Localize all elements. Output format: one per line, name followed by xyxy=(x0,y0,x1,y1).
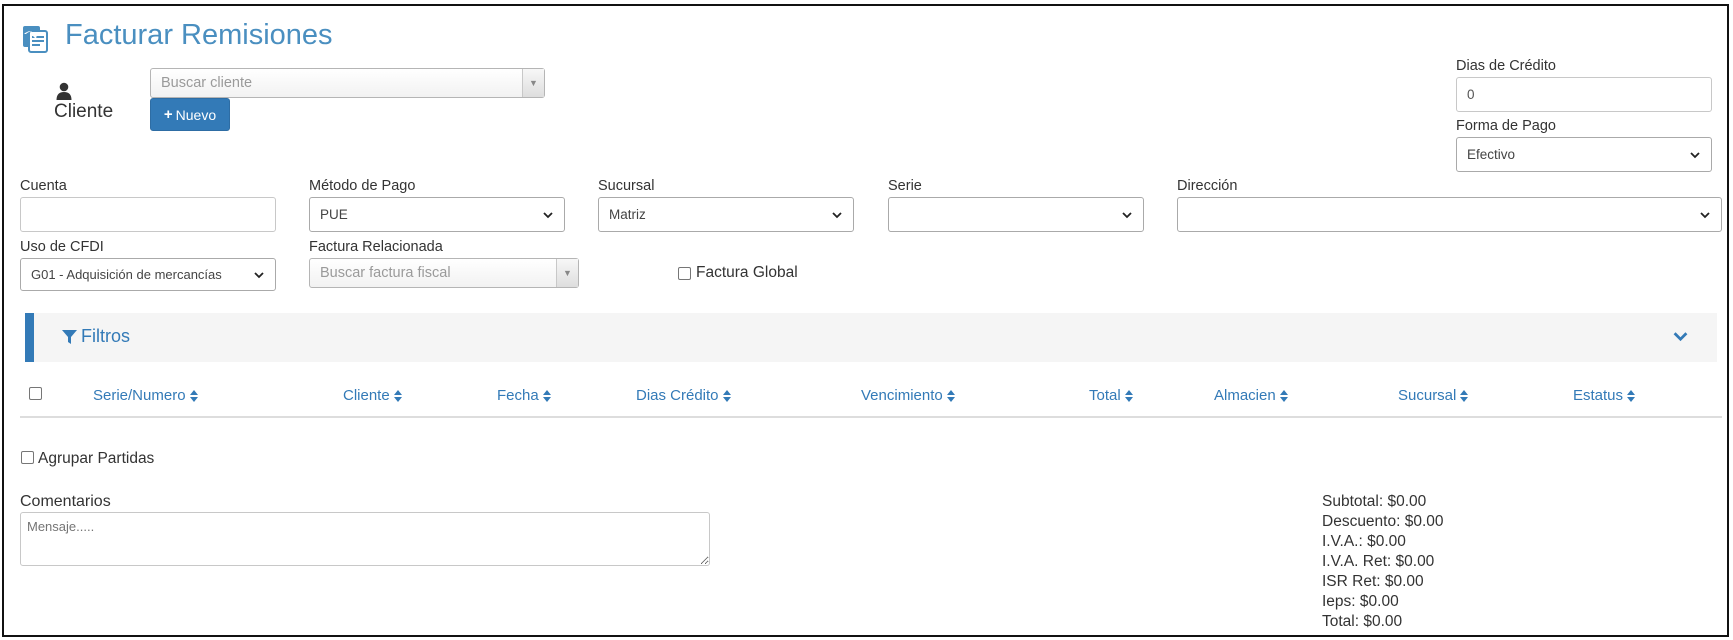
metodo-pago-select[interactable]: PUE xyxy=(309,197,565,232)
sort-icon xyxy=(722,389,731,402)
iva-ret-value: I.V.A. Ret: $0.00 xyxy=(1322,553,1435,570)
combo-arrow-icon[interactable]: ▼ xyxy=(522,69,544,97)
sucursal-select[interactable]: Matriz xyxy=(598,197,854,232)
column-header-label: Fecha xyxy=(497,387,539,404)
serie-label: Serie xyxy=(888,178,922,194)
column-header-label: Total xyxy=(1089,387,1121,404)
uso-cfdi-select[interactable]: G01 - Adquisición de mercancías xyxy=(20,258,276,291)
chevron-down-icon xyxy=(832,211,842,218)
user-icon xyxy=(56,82,72,100)
sucursal-label: Sucursal xyxy=(598,178,655,194)
chevron-down-icon xyxy=(1690,151,1700,158)
comentarios-label: Comentarios xyxy=(20,493,111,510)
uso-cfdi-value: G01 - Adquisición de mercancías xyxy=(31,267,222,282)
column-header-almacien[interactable]: Almacien xyxy=(1214,387,1288,404)
direccion-label: Dirección xyxy=(1177,178,1238,194)
column-header-label: Dias Crédito xyxy=(636,387,719,404)
iva-value: I.V.A.: $0.00 xyxy=(1322,533,1406,550)
serie-select[interactable] xyxy=(888,197,1144,232)
metodo-pago-label: Método de Pago xyxy=(309,178,416,194)
chevron-down-icon xyxy=(254,271,264,278)
forma-pago-value: Efectivo xyxy=(1467,147,1516,162)
sort-icon xyxy=(1124,389,1133,402)
cuenta-label: Cuenta xyxy=(20,178,67,194)
add-cliente-button[interactable]: + Nuevo xyxy=(150,98,230,131)
column-header-label: Estatus xyxy=(1573,387,1624,404)
column-header-label: Serie/Numero xyxy=(93,387,186,404)
filtros-chevron-down-icon[interactable] xyxy=(1673,331,1688,342)
column-header-label: Sucursal xyxy=(1398,387,1457,404)
plus-icon: + xyxy=(163,106,173,123)
column-header-label: Almacien xyxy=(1214,387,1276,404)
isr-ret-value: ISR Ret: $0.00 xyxy=(1322,573,1424,590)
sort-icon xyxy=(1460,389,1469,402)
uso-cfdi-label: Uso de CFDI xyxy=(20,239,104,255)
table-header-divider xyxy=(20,416,1722,418)
cuenta-input[interactable] xyxy=(20,197,276,232)
column-header-serie-numero[interactable]: Serie/Numero xyxy=(93,387,198,404)
column-header-dias-credito[interactable]: Dias Crédito xyxy=(636,387,731,404)
combo-arrow-icon[interactable]: ▼ xyxy=(556,259,578,287)
factura-relacionada-label: Factura Relacionada xyxy=(309,239,443,255)
comentarios-textarea[interactable] xyxy=(20,512,710,566)
metodo-pago-value: PUE xyxy=(320,207,348,222)
invoice-icon xyxy=(20,24,50,54)
sort-icon xyxy=(393,389,402,402)
factura-relacionada-combo[interactable]: Buscar factura fiscal ▼ xyxy=(309,258,579,288)
subtotal-value: Subtotal: $0.00 xyxy=(1322,493,1427,510)
forma-pago-select[interactable]: Efectivo xyxy=(1456,137,1712,172)
cliente-search-combo[interactable]: Buscar cliente ▼ xyxy=(150,68,545,98)
select-all-checkbox[interactable] xyxy=(29,387,42,400)
dias-credito-label: Dias de Crédito xyxy=(1456,58,1556,74)
chevron-down-icon xyxy=(543,211,553,218)
totals-summary: Subtotal: $0.00 Descuento: $0.00 I.V.A.:… xyxy=(1322,492,1444,632)
total-value: Total: $0.00 xyxy=(1322,613,1403,630)
agrupar-partidas-checkbox[interactable] xyxy=(21,451,34,464)
sucursal-value: Matriz xyxy=(609,207,646,222)
filter-icon xyxy=(62,330,77,344)
dias-credito-value: 0 xyxy=(1467,87,1475,102)
sort-icon xyxy=(1627,389,1636,402)
factura-global-label: Factura Global xyxy=(696,264,798,281)
column-header-label: Cliente xyxy=(343,387,390,404)
factura-global-checkbox[interactable] xyxy=(678,267,691,280)
dias-credito-input[interactable]: 0 xyxy=(1456,77,1712,112)
page-title: Facturar Remisiones xyxy=(65,19,333,51)
sort-icon xyxy=(189,389,198,402)
chevron-down-icon xyxy=(1122,211,1132,218)
cliente-search-placeholder: Buscar cliente xyxy=(161,75,253,91)
filtros-panel[interactable] xyxy=(25,313,1717,362)
forma-pago-label: Forma de Pago xyxy=(1456,118,1556,134)
column-header-estatus[interactable]: Estatus xyxy=(1573,387,1636,404)
column-header-fecha[interactable]: Fecha xyxy=(497,387,551,404)
column-header-label: Vencimiento xyxy=(861,387,943,404)
chevron-down-icon xyxy=(1700,211,1710,218)
add-cliente-button-label: Nuevo xyxy=(175,106,217,123)
ieps-value: Ieps: $0.00 xyxy=(1322,593,1399,610)
sort-icon xyxy=(542,389,551,402)
sort-icon xyxy=(1279,389,1288,402)
column-header-total[interactable]: Total xyxy=(1089,387,1133,404)
descuento-value: Descuento: $0.00 xyxy=(1322,513,1444,530)
cliente-label: Cliente xyxy=(54,101,114,122)
factura-relacionada-placeholder: Buscar factura fiscal xyxy=(320,265,451,281)
column-header-vencimiento[interactable]: Vencimiento xyxy=(861,387,955,404)
column-header-cliente[interactable]: Cliente xyxy=(343,387,402,404)
sort-icon xyxy=(946,389,955,402)
column-header-sucursal[interactable]: Sucursal xyxy=(1398,387,1469,404)
direccion-select[interactable] xyxy=(1177,197,1722,232)
agrupar-partidas-label: Agrupar Partidas xyxy=(38,450,155,467)
filtros-label[interactable]: Filtros xyxy=(81,326,130,347)
